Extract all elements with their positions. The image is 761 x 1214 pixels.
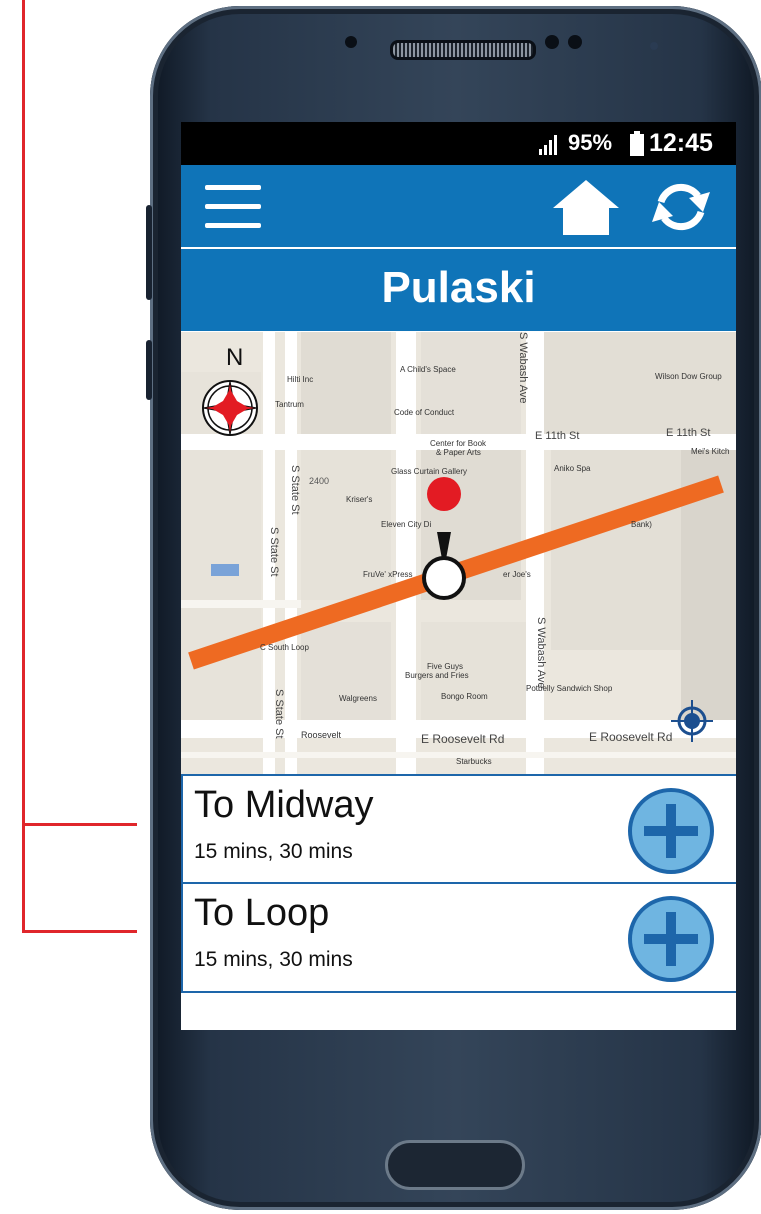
refresh-icon[interactable] <box>646 178 716 236</box>
earpiece-speaker <box>390 40 536 60</box>
battery-percent: 95% <box>568 130 613 155</box>
street-label: E 11th St <box>666 427 711 439</box>
volume-button <box>146 205 152 300</box>
poi-label: A Child's Space <box>400 365 456 374</box>
street-label: E 11th St <box>535 430 580 442</box>
street-label: 2400 <box>309 476 330 486</box>
poi-label: Wilson Dow Group <box>655 372 722 381</box>
status-bar: 95% 12:45 <box>181 122 736 165</box>
poi-label: Mei's Kitch <box>691 447 730 456</box>
street-label: E Roosevelt Rd <box>589 730 673 744</box>
camera-dot <box>650 42 658 50</box>
poi-label: Glass Curtain Gallery <box>391 467 468 476</box>
poi-label: Kriser's <box>346 495 373 504</box>
poi-label: Center for Book <box>430 439 487 448</box>
poi-label: Bongo Room <box>441 692 488 701</box>
route-times: 15 mins, 30 mins <box>194 948 353 971</box>
compass-icon[interactable] <box>201 379 259 437</box>
plus-circle-icon[interactable] <box>628 788 714 874</box>
poi-label: Code of Conduct <box>394 408 455 417</box>
station-header: Pulaski <box>181 249 736 331</box>
poi-label: Tantrum <box>275 400 304 409</box>
poi-label: Walgreens <box>339 694 377 703</box>
poi-label: Hilti Inc <box>287 375 314 384</box>
street-label: S State St <box>268 527 280 577</box>
poi-label: Aniko Spa <box>554 464 591 473</box>
front-camera <box>345 36 357 48</box>
route-title: To Midway <box>194 784 374 826</box>
poi-label: Potbelly Sandwich Shop <box>526 684 613 693</box>
street-label: E Roosevelt Rd <box>421 732 505 746</box>
route-title: To Loop <box>194 892 330 934</box>
poi-label: FruVe' xPress <box>363 570 413 579</box>
clock: 12:45 <box>649 129 713 157</box>
home-icon[interactable] <box>552 179 620 235</box>
locate-icon[interactable] <box>671 700 713 742</box>
route-item-midway[interactable]: To Midway 15 mins, 30 mins <box>181 774 736 885</box>
poi-label: Bank) <box>631 520 652 529</box>
page-title: Pulaski <box>381 263 536 312</box>
street-label: Roosevelt <box>301 730 342 740</box>
side-key <box>146 340 152 400</box>
street-label: S State St <box>273 689 285 739</box>
poi-label: & Paper Arts <box>436 448 481 457</box>
street-label: S Wabash Ave <box>535 617 547 689</box>
compass-north-label: N <box>226 344 244 371</box>
map-canvas <box>181 332 736 774</box>
route-item-loop[interactable]: To Loop 15 mins, 30 mins <box>181 882 736 993</box>
poi-label: Eleven City Di <box>381 520 432 529</box>
light-sensor <box>568 35 582 49</box>
poi-label: er Joe's <box>503 570 531 579</box>
annotation-line-vertical <box>22 0 25 932</box>
home-key[interactable] <box>385 1140 525 1190</box>
signal-icon <box>539 135 557 155</box>
route-times: 15 mins, 30 mins <box>194 840 353 863</box>
street-label: S State St <box>289 465 301 515</box>
poi-label: C South Loop <box>260 643 309 652</box>
app-bar <box>181 165 736 247</box>
proximity-sensor <box>545 35 559 49</box>
map-view[interactable]: E 11th St E 11th St S Wabash Ave S Wabas… <box>181 332 736 774</box>
poi-label: Starbucks <box>456 757 492 766</box>
annotation-line-midway <box>22 823 137 826</box>
street-label: S Wabash Ave <box>517 332 529 404</box>
screen: 95% 12:45 Pulaski E 11th St E 11th St S … <box>181 122 736 1030</box>
poi-label: Five Guys <box>427 662 464 671</box>
poi-label: Burgers and Fries <box>405 671 469 680</box>
menu-icon[interactable] <box>205 185 261 229</box>
plus-circle-icon[interactable] <box>628 896 714 982</box>
battery-icon <box>630 131 644 156</box>
annotation-line-loop <box>22 930 137 933</box>
